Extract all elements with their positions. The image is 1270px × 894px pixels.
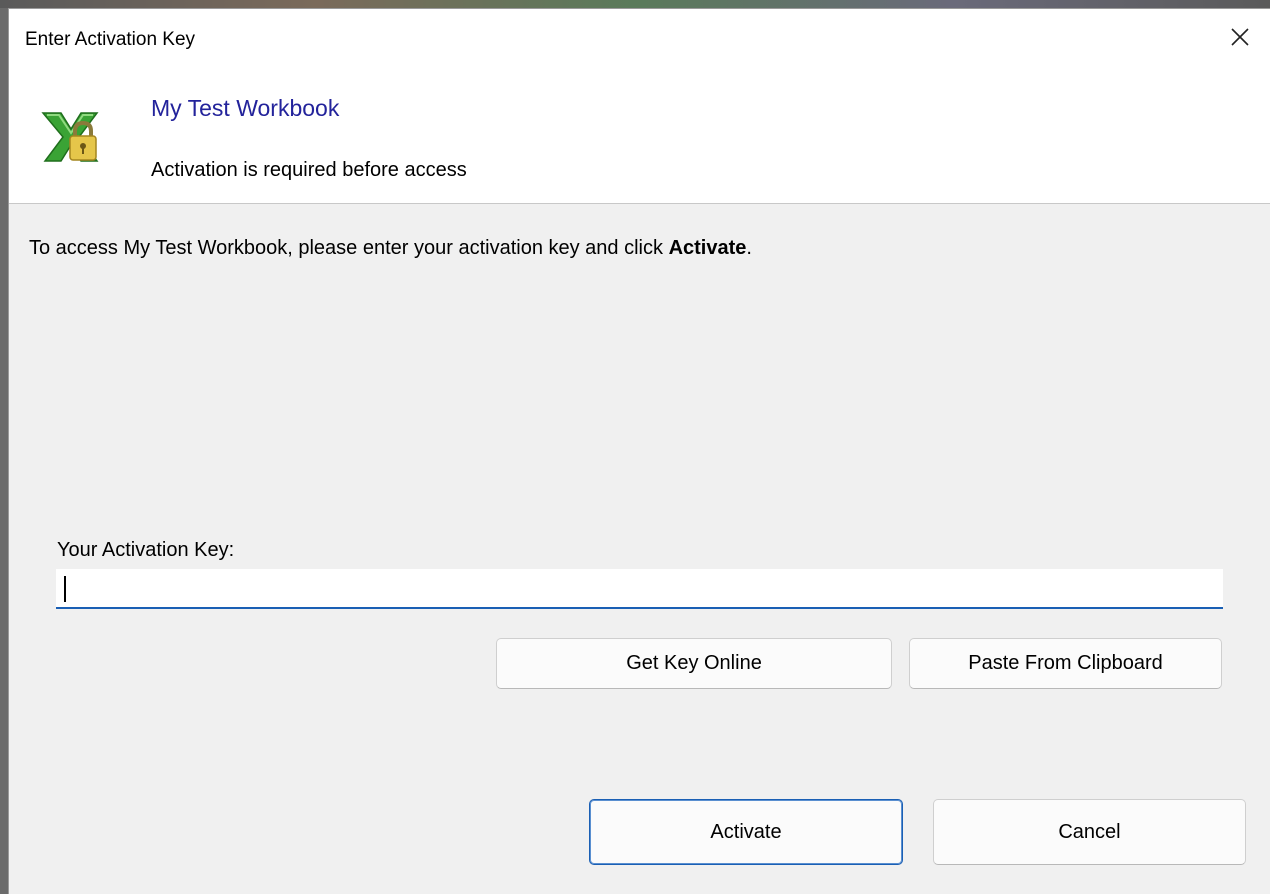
header-subtitle: Activation is required before access	[151, 159, 467, 181]
get-key-online-button[interactable]: Get Key Online	[496, 638, 892, 689]
background-strip	[0, 0, 1270, 8]
activation-key-label: Your Activation Key:	[57, 539, 235, 561]
activation-dialog: Enter Activation Key My Test Workbook Ac…	[8, 8, 1270, 894]
instructions-suffix: .	[746, 237, 752, 259]
paste-from-clipboard-button[interactable]: Paste From Clipboard	[909, 638, 1222, 689]
cancel-button[interactable]: Cancel	[933, 799, 1246, 865]
instructions-text: To access My Test Workbook, please enter…	[29, 237, 752, 260]
activate-button[interactable]: Activate	[589, 799, 903, 865]
instructions-emphasis: Activate	[668, 237, 747, 259]
title-bar: Enter Activation Key	[9, 9, 1270, 65]
instructions-prefix: To access My Test Workbook, please enter…	[29, 237, 669, 259]
text-caret	[64, 576, 66, 602]
window-title: Enter Activation Key	[25, 29, 196, 50]
close-button[interactable]	[1210, 9, 1270, 65]
product-title: My Test Workbook	[151, 95, 340, 121]
activation-key-input[interactable]	[56, 569, 1223, 609]
dialog-header: My Test Workbook Activation is required …	[9, 65, 1270, 204]
close-icon	[1231, 28, 1249, 46]
excel-lock-icon	[41, 112, 99, 162]
